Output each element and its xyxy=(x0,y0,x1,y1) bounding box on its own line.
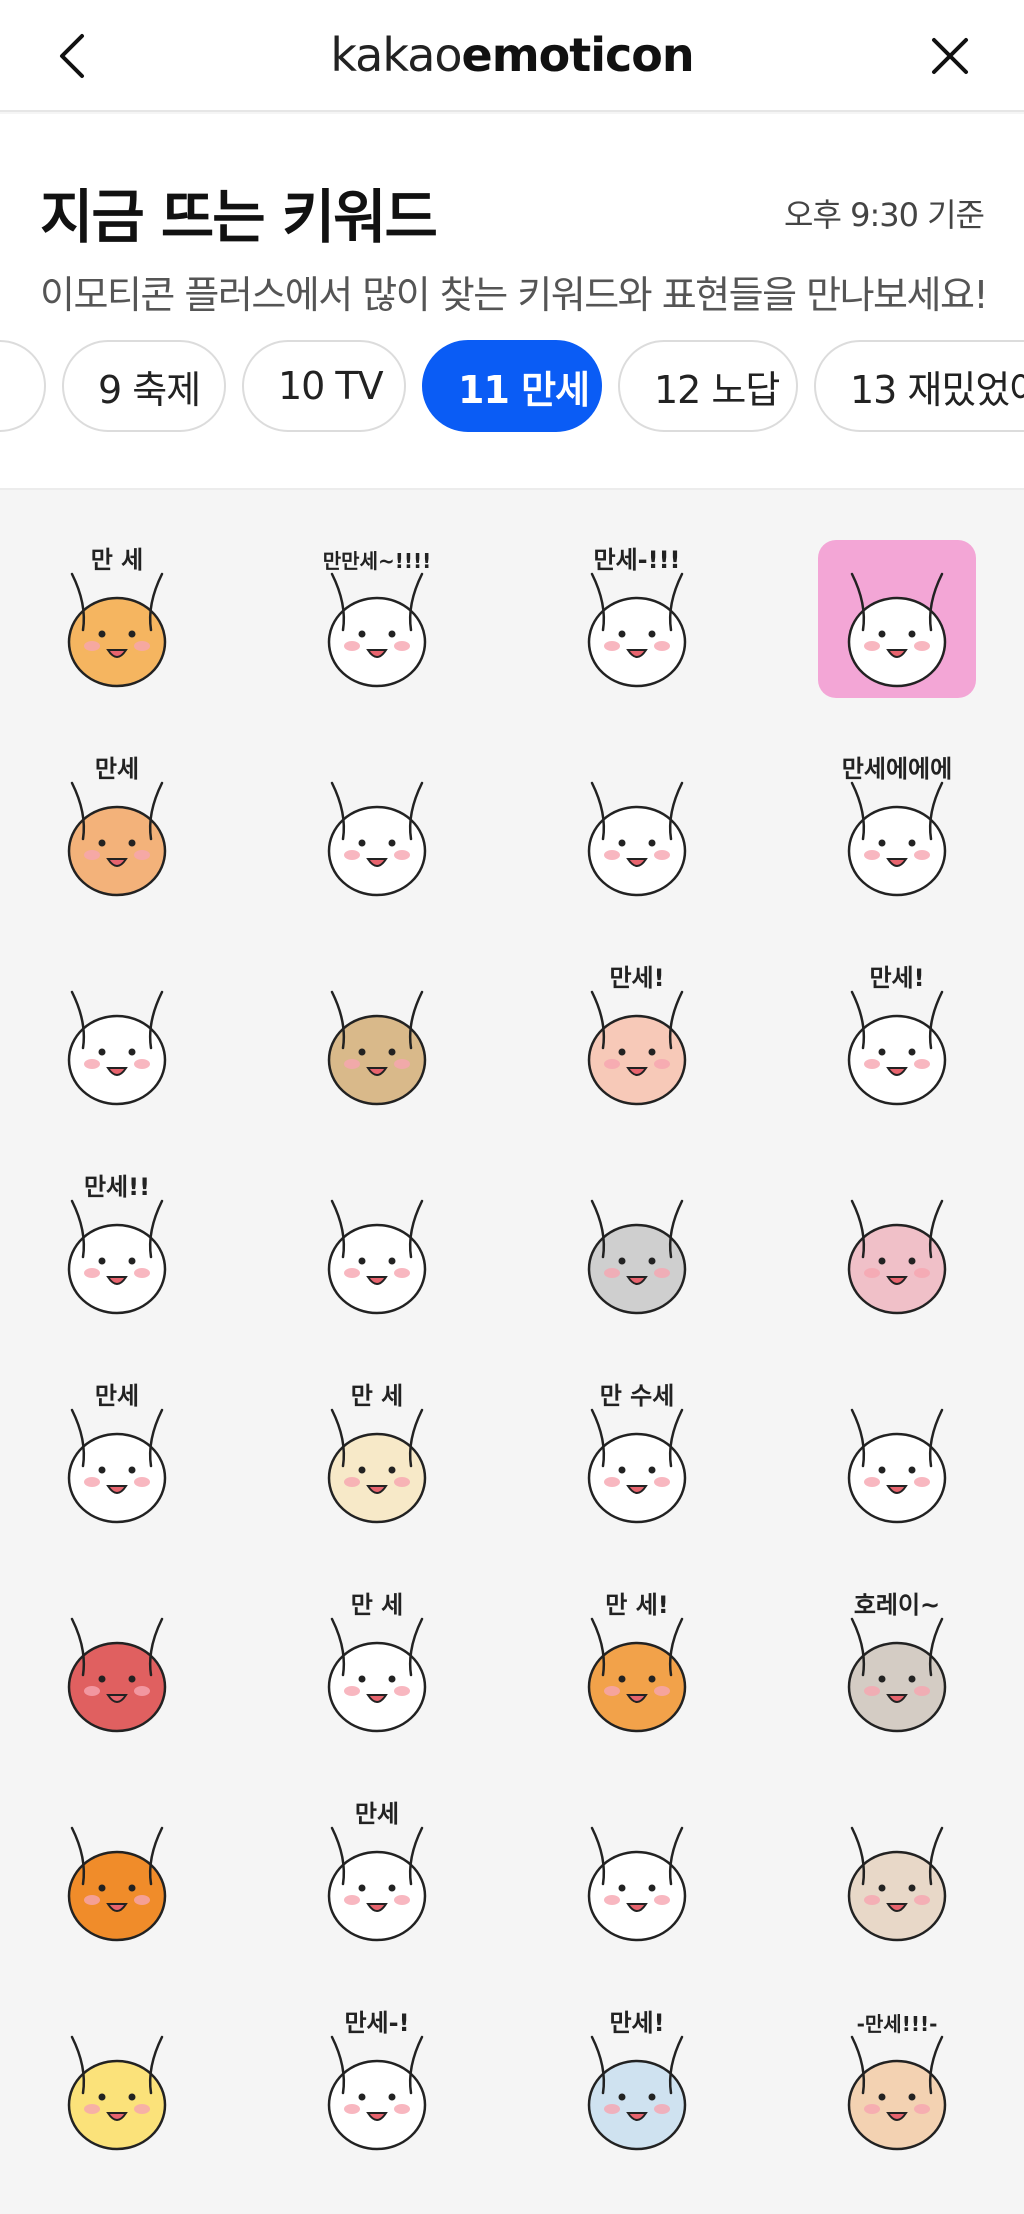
emoticon-tile[interactable]: 만세 xyxy=(292,1788,462,1958)
emoticon-tile[interactable]: 만 세! xyxy=(552,1579,722,1749)
emoticon-character-icon xyxy=(818,540,976,698)
emoticon-caption: 만세! xyxy=(609,2009,664,2037)
emoticon-character-icon xyxy=(587,781,687,897)
emoticon-caption: 만 세! xyxy=(605,1591,668,1619)
emoticon-character-icon: 만세 xyxy=(67,1382,167,1524)
emoticon-character-icon xyxy=(327,1199,427,1315)
emoticon-caption: 호레이~ xyxy=(854,1591,940,1619)
emoticon-character-icon: 만세-! xyxy=(327,2009,427,2151)
emoticon-tile[interactable]: 만세-! xyxy=(292,1997,462,2167)
emoticon-tile[interactable] xyxy=(552,743,722,913)
emoticon-caption: 만 수세 xyxy=(600,1382,675,1410)
emoticon-character-icon: 만세!! xyxy=(67,1173,167,1315)
emoticon-character-icon: 만세-!!! xyxy=(587,546,687,688)
emoticon-character-icon: 만 수세 xyxy=(587,1382,687,1524)
emoticon-caption: 만 세 xyxy=(351,1591,404,1619)
emoticon-character-icon: 만 세 xyxy=(327,1382,427,1524)
trending-header: 지금 뜨는 키워드 오후 9:30 기준 이모티콘 플러스에서 많이 찾는 키워… xyxy=(0,114,1024,490)
emoticon-caption: 만세!! xyxy=(84,1173,150,1201)
keyword-chip[interactable]: 12 노답 xyxy=(618,340,798,432)
emoticon-character-icon xyxy=(67,1617,167,1733)
emoticon-tile[interactable]: 만세-!!! xyxy=(552,534,722,704)
kakao-emoticon-logo: kakaoemoticon xyxy=(330,28,694,82)
emoticon-caption: 만세-!!! xyxy=(594,546,681,574)
emoticon-grid: 만 세 만만세~!!!! 만세-!!! 만세 만세에에에 만세! 만세! 만세!! 만세 만 세만… xyxy=(0,490,1024,2214)
top-nav-bar: kakaoemoticon xyxy=(0,0,1024,112)
keyword-chip[interactable]: 진 xyxy=(0,340,46,432)
emoticon-caption: 만세! xyxy=(869,964,924,992)
emoticon-tile[interactable]: 만만세~!!!! xyxy=(292,534,462,704)
emoticon-character-icon: 만만세~!!!! xyxy=(323,549,431,688)
emoticon-character-icon: 만세! xyxy=(587,2009,687,2151)
emoticon-tile[interactable] xyxy=(812,534,982,704)
emoticon-character-icon xyxy=(67,2035,167,2151)
emoticon-character-icon: 호레이~ xyxy=(847,1591,947,1733)
page-title: 지금 뜨는 키워드 xyxy=(40,183,438,251)
emoticon-tile[interactable]: 만 세 xyxy=(292,1579,462,1749)
emoticon-tile[interactable] xyxy=(32,952,202,1122)
emoticon-tile[interactable]: 호레이~ xyxy=(812,1579,982,1749)
emoticon-caption: 만세 xyxy=(95,755,139,783)
emoticon-character-icon xyxy=(587,1199,687,1315)
emoticon-caption: 만세! xyxy=(609,964,664,992)
emoticon-tile[interactable]: 만 세 xyxy=(292,1370,462,1540)
emoticon-tile[interactable]: 만세! xyxy=(812,952,982,1122)
emoticon-tile[interactable]: 만세! xyxy=(552,1997,722,2167)
emoticon-character-icon: 만 세 xyxy=(67,546,167,688)
keyword-chip[interactable]: 13 재밌었어 xyxy=(814,340,1024,432)
emoticon-character-icon: 만세! xyxy=(587,964,687,1106)
emoticon-character-icon xyxy=(327,781,427,897)
emoticon-character-icon: 만 세 xyxy=(327,1591,427,1733)
emoticon-tile[interactable] xyxy=(292,743,462,913)
emoticon-tile[interactable]: 만세 xyxy=(32,1370,202,1540)
emoticon-tile[interactable]: 만 세 xyxy=(32,534,202,704)
emoticon-character-icon: 만세 xyxy=(327,1800,427,1942)
emoticon-character-icon: 만세 xyxy=(67,755,167,897)
emoticon-tile[interactable] xyxy=(292,952,462,1122)
emoticon-tile[interactable]: 만세에에에 xyxy=(812,743,982,913)
emoticon-caption: 만 세 xyxy=(91,546,144,574)
emoticon-tile[interactable] xyxy=(812,1370,982,1540)
emoticon-caption: -만세!!!- xyxy=(857,2012,938,2036)
keyword-chip-active[interactable]: 11 만세 xyxy=(422,340,602,432)
emoticon-character-icon: 만 세! xyxy=(587,1591,687,1733)
page-subtitle: 이모티콘 플러스에서 많이 찾는 키워드와 표현들을 만나보세요! xyxy=(40,273,989,317)
emoticon-tile[interactable] xyxy=(32,1788,202,1958)
emoticon-tile[interactable]: 만세 xyxy=(32,743,202,913)
emoticon-tile[interactable] xyxy=(292,1161,462,1331)
emoticon-caption: 만세에에에 xyxy=(842,755,952,783)
emoticon-character-icon xyxy=(847,1408,947,1524)
emoticon-character-icon xyxy=(847,1826,947,1942)
emoticon-caption: 만세-! xyxy=(344,2009,409,2037)
emoticon-character-icon xyxy=(67,990,167,1106)
emoticon-caption: 만만세~!!!! xyxy=(323,549,431,573)
emoticon-tile[interactable] xyxy=(552,1788,722,1958)
emoticon-caption: 만세 xyxy=(95,1382,139,1410)
emoticon-caption: 만세 xyxy=(355,1800,399,1828)
emoticon-tile[interactable]: -만세!!!- xyxy=(812,1997,982,2167)
keyword-chip[interactable]: 10 TV xyxy=(242,340,406,432)
emoticon-character-icon: 만세! xyxy=(847,964,947,1106)
emoticon-tile[interactable] xyxy=(812,1161,982,1331)
emoticon-tile[interactable]: 만세! xyxy=(552,952,722,1122)
update-time: 오후 9:30 기준 xyxy=(784,196,985,234)
emoticon-character-icon xyxy=(847,1199,947,1315)
emoticon-caption: 만 세 xyxy=(351,1382,404,1410)
close-icon[interactable] xyxy=(920,26,980,86)
emoticon-tile[interactable] xyxy=(812,1788,982,1958)
emoticon-tile[interactable] xyxy=(552,1161,722,1331)
emoticon-character-icon xyxy=(587,1826,687,1942)
keyword-chip[interactable]: 9 축제 xyxy=(62,340,226,432)
emoticon-character-icon: -만세!!!- xyxy=(847,2012,947,2151)
emoticon-tile[interactable]: 만세!! xyxy=(32,1161,202,1331)
emoticon-tile[interactable] xyxy=(32,1997,202,2167)
keyword-chip-list[interactable]: 진 9 축제 10 TV 11 만세 12 노답 13 재밌었어 xyxy=(0,340,1024,436)
emoticon-character-icon xyxy=(67,1826,167,1942)
emoticon-character-icon: 만세에에에 xyxy=(842,755,952,897)
emoticon-character-icon xyxy=(327,990,427,1106)
emoticon-tile[interactable]: 만 수세 xyxy=(552,1370,722,1540)
emoticon-tile[interactable] xyxy=(32,1579,202,1749)
